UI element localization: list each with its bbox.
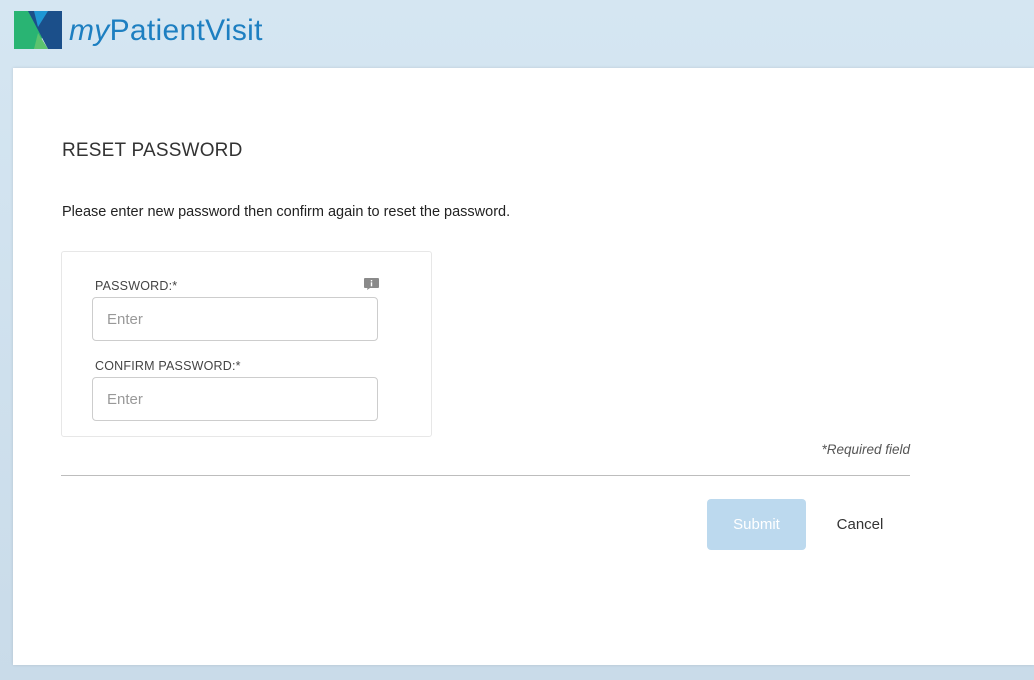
cancel-button[interactable]: Cancel: [820, 499, 900, 550]
app-header: myPatientVisit: [0, 0, 1034, 66]
reset-password-card: RESET PASSWORD Please enter new password…: [13, 68, 1034, 665]
password-input[interactable]: [92, 297, 378, 341]
brand-prefix: my: [69, 14, 110, 47]
required-field-note: *Required field: [821, 442, 910, 457]
submit-button[interactable]: Submit: [707, 499, 806, 550]
instructions-text: Please enter new password then confirm a…: [62, 204, 511, 220]
brand-name: myPatientVisit: [69, 13, 263, 49]
divider: [61, 475, 910, 476]
password-form: PASSWORD:* CONFIRM PASSWORD:*: [61, 251, 432, 437]
confirm-password-input[interactable]: [92, 377, 378, 421]
password-label: PASSWORD:*: [95, 279, 178, 293]
info-icon[interactable]: [364, 278, 379, 290]
page-title: RESET PASSWORD: [62, 140, 243, 161]
brand-suffix: PatientVisit: [109, 14, 263, 47]
mypatientvisit-logo-icon: [14, 11, 62, 49]
confirm-password-label: CONFIRM PASSWORD:*: [95, 359, 241, 373]
